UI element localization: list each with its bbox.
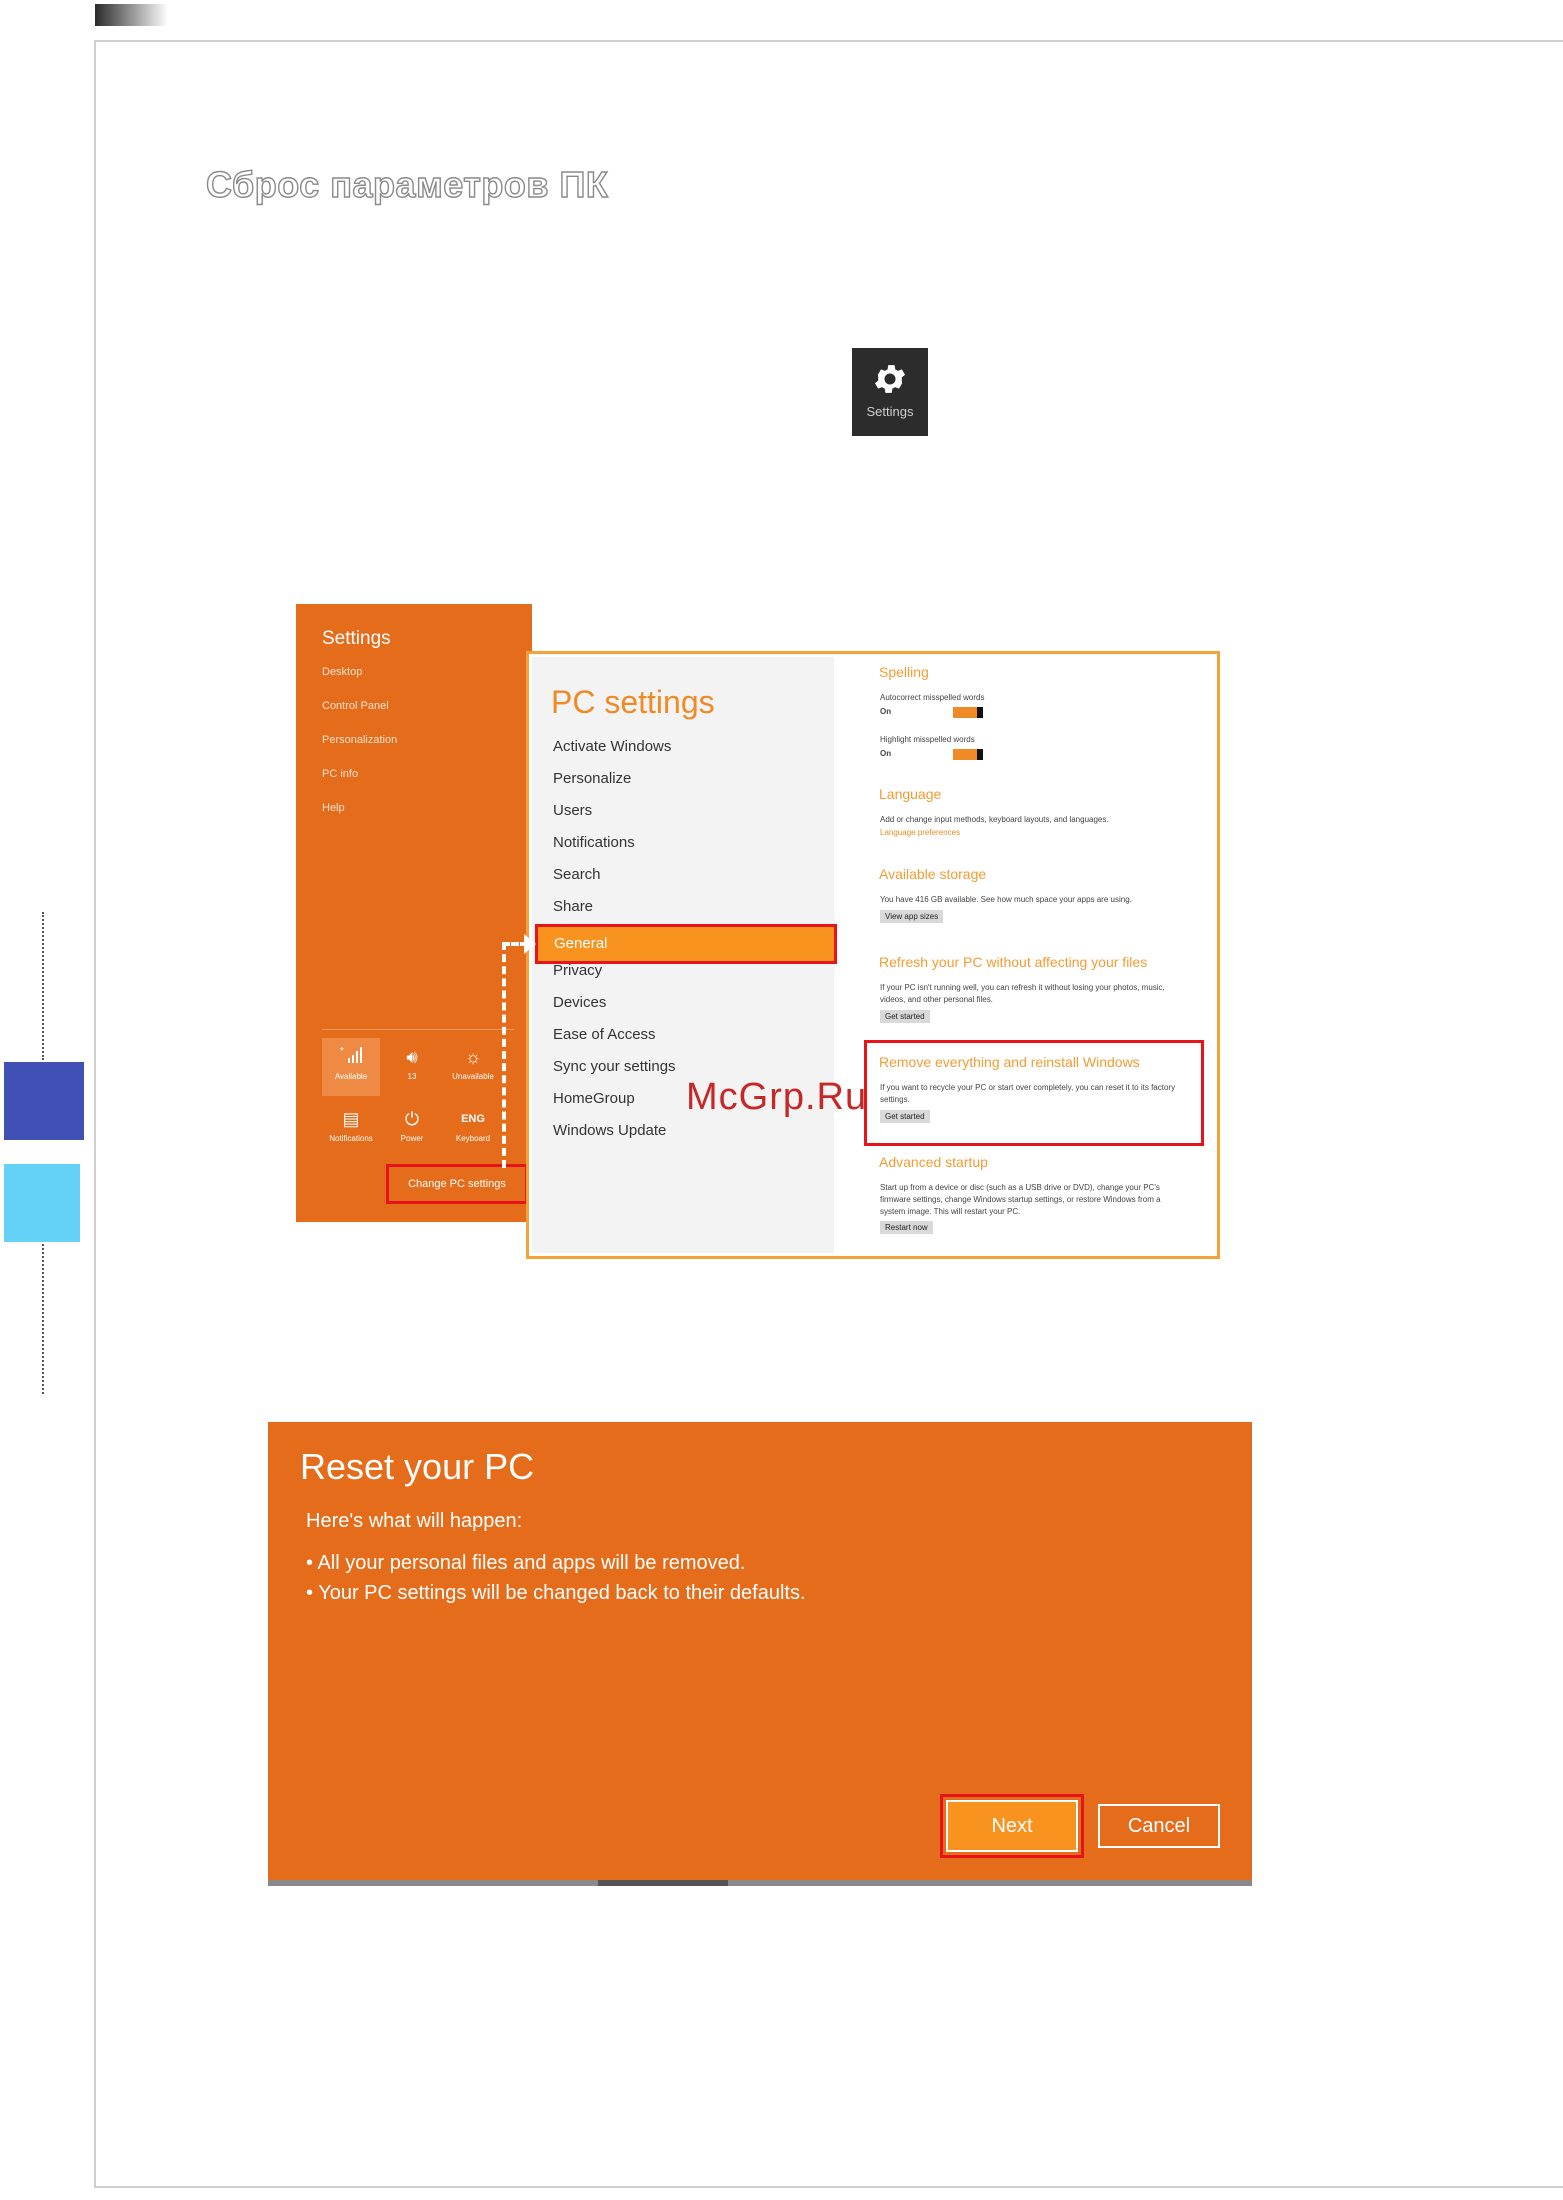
- charm-link-control-panel[interactable]: Control Panel: [322, 700, 389, 712]
- section-tab-light: [4, 1164, 80, 1242]
- charm-link-pc-info[interactable]: PC info: [322, 768, 358, 780]
- quick-volume-label: 13: [407, 1072, 417, 1081]
- remove-heading: Remove everything and reinstall Windows: [879, 1054, 1140, 1070]
- advanced-text-2: firmware settings, change Windows startu…: [880, 1195, 1161, 1204]
- advanced-text-1: Start up from a device or disc (such as …: [880, 1183, 1160, 1192]
- charm-link-help[interactable]: Help: [322, 802, 345, 814]
- next-button-highlight: Next: [940, 1794, 1084, 1858]
- language-text: Add or change input methods, keyboard la…: [880, 815, 1109, 824]
- nav-homegroup[interactable]: HomeGroup: [553, 1090, 635, 1107]
- side-dotted-line-top: [42, 912, 44, 1060]
- keyboard-icon: ENG: [461, 1113, 485, 1125]
- charm-link-personalization[interactable]: Personalization: [322, 734, 397, 746]
- power-icon: ⏻: [404, 1109, 420, 1129]
- settings-charm-panel: Settings Desktop Control Panel Personali…: [296, 604, 532, 1222]
- highlight-label: Highlight misspelled words: [880, 735, 975, 744]
- highlight-state: On: [880, 749, 892, 758]
- autocorrect-label: Autocorrect misspelled words: [880, 693, 985, 702]
- settings-charm-tile[interactable]: Settings: [852, 348, 928, 436]
- pc-settings-window: PC settings Activate Windows Personalize…: [526, 651, 1220, 1259]
- quick-network-label: Available: [334, 1072, 368, 1081]
- advanced-heading: Advanced startup: [879, 1154, 988, 1170]
- nav-sync-settings[interactable]: Sync your settings: [553, 1058, 676, 1075]
- reset-bullet-2: • Your PC settings will be changed back …: [306, 1582, 806, 1604]
- connector-arrow-icon: [524, 934, 536, 954]
- quick-brightness-label: Unavailable: [452, 1072, 494, 1081]
- nav-users[interactable]: Users: [553, 802, 592, 819]
- nav-general-selected[interactable]: General: [535, 924, 837, 964]
- quick-power-label: Power: [400, 1134, 424, 1143]
- nav-search[interactable]: Search: [553, 866, 601, 883]
- quick-keyboard[interactable]: ENG Keyboard: [444, 1100, 502, 1158]
- page-heading: Сброс параметров ПК: [205, 163, 609, 205]
- gear-icon: [874, 365, 906, 393]
- storage-text: You have 416 GB available. See how much …: [880, 895, 1132, 904]
- change-pc-settings-link[interactable]: Change PC settings: [386, 1164, 528, 1204]
- charm-divider: [322, 1029, 514, 1030]
- connector-dashed-vertical: [502, 942, 506, 1168]
- quick-power[interactable]: ⏻ Power: [383, 1100, 441, 1158]
- advanced-text-3: system image. This will restart your PC.: [880, 1207, 1021, 1216]
- remove-text-1: If you want to recycle your PC or start …: [880, 1083, 1176, 1092]
- quick-keyboard-label: Keyboard: [455, 1134, 491, 1143]
- quick-volume[interactable]: 🔊︎ 13: [383, 1038, 441, 1096]
- section-tab-dark: [4, 1062, 84, 1140]
- signal-icon: *: [322, 1046, 380, 1068]
- watermark: McGrp.Ru: [686, 1076, 868, 1118]
- volume-icon: 🔊︎: [406, 1047, 418, 1067]
- refresh-heading: Refresh your PC without affecting your f…: [879, 954, 1148, 970]
- quick-brightness[interactable]: ☼ Unavailable: [444, 1038, 502, 1096]
- quick-notifications[interactable]: ▤ Notifications: [322, 1100, 380, 1158]
- nav-notifications[interactable]: Notifications: [553, 834, 635, 851]
- svg-text:*: *: [340, 1046, 344, 1057]
- nav-ease-of-access[interactable]: Ease of Access: [553, 1026, 656, 1043]
- charm-link-desktop[interactable]: Desktop: [322, 666, 362, 678]
- pc-settings-title: PC settings: [551, 684, 715, 720]
- header-gradient-bar: [95, 4, 168, 26]
- language-preferences-link[interactable]: Language preferences: [880, 828, 960, 837]
- reset-pc-dialog: Reset your PC Here's what will happen: •…: [268, 1422, 1252, 1886]
- restart-now-button[interactable]: Restart now: [880, 1221, 933, 1234]
- charm-title: Settings: [322, 628, 391, 649]
- nav-share[interactable]: Share: [553, 898, 593, 915]
- storage-heading: Available storage: [879, 866, 987, 882]
- side-dotted-line-bottom: [42, 1244, 44, 1394]
- cancel-button[interactable]: Cancel: [1098, 1804, 1220, 1848]
- dialog-scroll-thumb: [598, 1880, 728, 1886]
- highlight-toggle[interactable]: [953, 749, 983, 760]
- nav-activate-windows[interactable]: Activate Windows: [553, 738, 671, 755]
- language-heading: Language: [879, 786, 942, 802]
- reset-subtitle: Here's what will happen:: [306, 1510, 523, 1532]
- refresh-text-2: videos, and other personal files.: [880, 995, 993, 1004]
- next-button[interactable]: Next: [946, 1800, 1078, 1852]
- nav-privacy[interactable]: Privacy: [553, 962, 602, 979]
- refresh-get-started-button[interactable]: Get started: [880, 1010, 930, 1023]
- frame-left-line: [94, 40, 96, 2188]
- reset-bullet-1: • All your personal files and apps will …: [306, 1552, 746, 1574]
- autocorrect-state: On: [880, 707, 892, 716]
- remove-text-2: settings.: [880, 1095, 910, 1104]
- view-app-sizes-button[interactable]: View app sizes: [880, 910, 944, 923]
- frame-bottom-line: [94, 2186, 1563, 2188]
- remove-get-started-button[interactable]: Get started: [880, 1110, 930, 1123]
- autocorrect-toggle[interactable]: [953, 707, 983, 718]
- quick-notifications-label: Notifications: [329, 1134, 373, 1143]
- brightness-icon: ☼: [464, 1047, 482, 1067]
- nav-windows-update[interactable]: Windows Update: [553, 1122, 666, 1139]
- settings-tile-label: Settings: [866, 404, 914, 419]
- spelling-heading: Spelling: [879, 664, 929, 680]
- nav-devices[interactable]: Devices: [553, 994, 606, 1011]
- refresh-text-1: If your PC isn't running well, you can r…: [880, 983, 1165, 992]
- nav-personalize[interactable]: Personalize: [553, 770, 631, 787]
- quick-network[interactable]: * Available: [322, 1038, 380, 1096]
- frame-top-line: [94, 40, 1563, 42]
- reset-title: Reset your PC: [300, 1446, 535, 1487]
- notifications-icon: ▤: [342, 1109, 360, 1129]
